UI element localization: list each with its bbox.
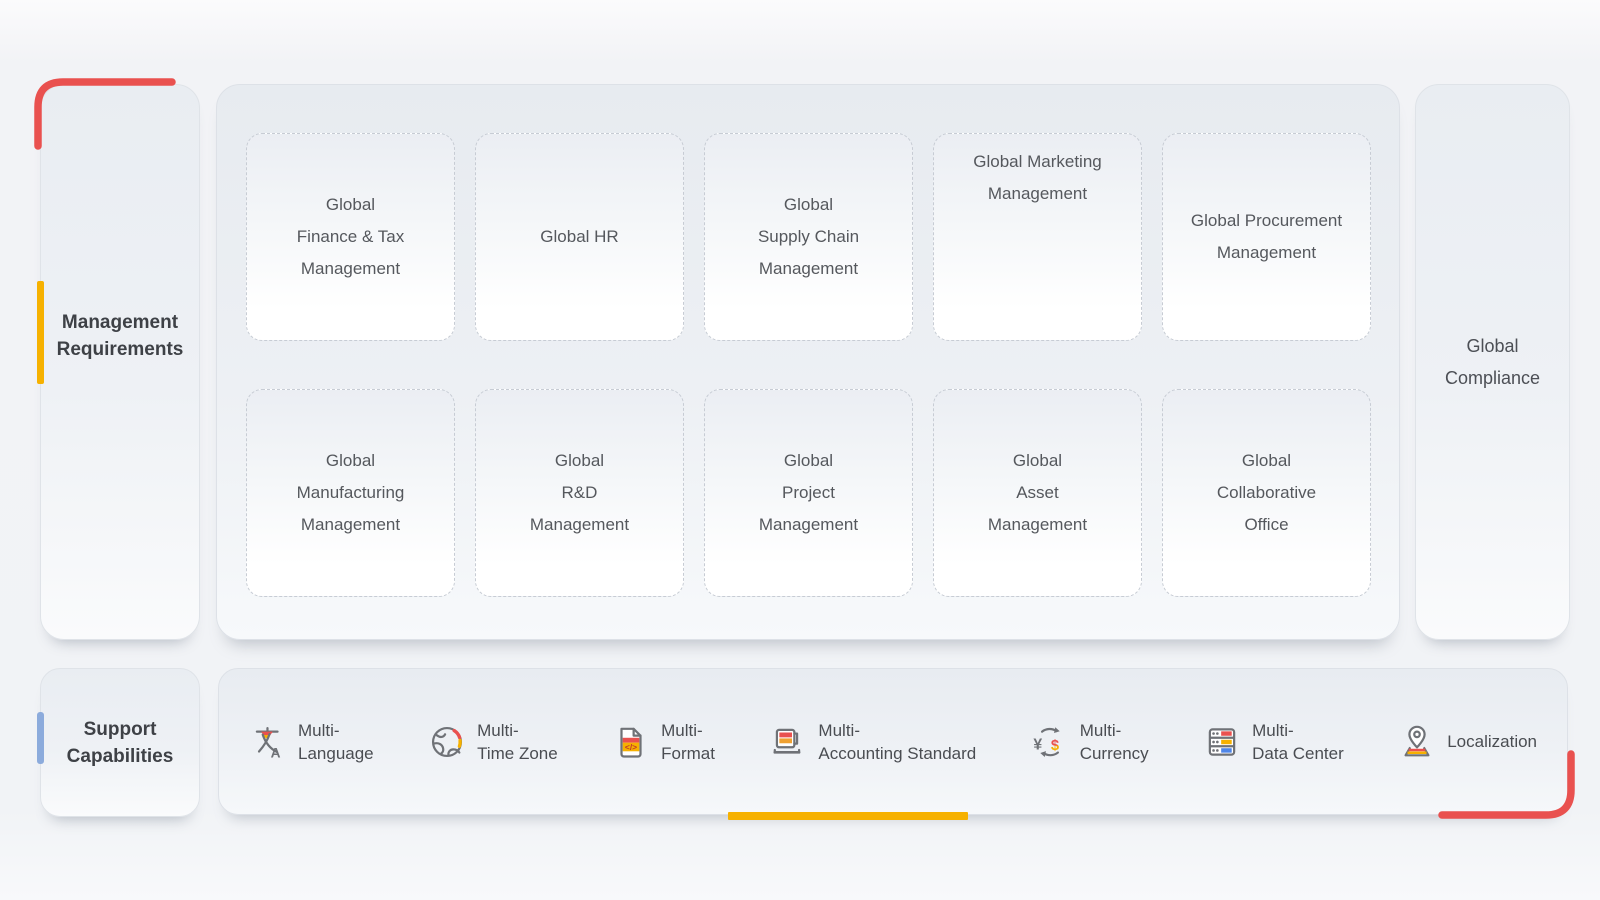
capability-multi-data-center: Multi- Data Center: [1203, 719, 1344, 765]
management-requirements-card: Management Requirements: [40, 84, 200, 640]
capability-multi-time-zone: Multi- Time Zone: [428, 719, 558, 765]
support-capabilities-title: Support Capabilities: [67, 716, 174, 770]
capability-label: Multi- Language: [298, 719, 374, 765]
module-card-asset: Global Asset Management: [933, 389, 1142, 597]
infographic-canvas: { "palette": { "red": "#e9514f", "yellow…: [0, 0, 1600, 900]
module-card-project: Global Project Management: [704, 389, 913, 597]
module-label: Global HR: [540, 221, 618, 253]
currency-exchange-icon: ¥ $: [1031, 723, 1069, 761]
map-pin-icon: [1398, 723, 1436, 761]
module-label: Global R&D Management: [530, 445, 629, 541]
management-modules-panel: Global Finance & Tax Management Global H…: [216, 84, 1400, 640]
yellow-accent-underline: [728, 812, 968, 820]
svg-text:$: $: [1051, 737, 1059, 753]
yellow-accent-bar: [37, 281, 44, 384]
server-rack-icon: [1203, 723, 1241, 761]
module-label: Global Marketing Management: [973, 146, 1102, 210]
module-label: Global Supply Chain Management: [758, 189, 859, 285]
capability-label: Localization: [1447, 730, 1537, 753]
module-label: Global Asset Management: [988, 445, 1087, 541]
capability-label: Multi- Accounting Standard: [818, 719, 976, 765]
file-code-icon: </>: [612, 723, 650, 761]
capability-multi-currency: ¥ $ Multi- Currency: [1031, 719, 1149, 765]
translate-icon: A: [249, 723, 287, 761]
module-card-finance-tax: Global Finance & Tax Management: [246, 133, 455, 341]
module-label: Global Manufacturing Management: [297, 445, 405, 541]
capability-label: Multi- Format: [661, 719, 715, 765]
module-label: Global Procurement Management: [1191, 205, 1342, 269]
capability-label: Multi- Data Center: [1252, 719, 1344, 765]
capability-multi-format: </> Multi- Format: [612, 719, 715, 765]
globe-icon: [428, 723, 466, 761]
management-requirements-title: Management Requirements: [57, 309, 184, 363]
modules-row-2: Global Manufacturing Management Global R…: [246, 389, 1371, 597]
module-card-collaborative-office: Global Collaborative Office: [1162, 389, 1371, 597]
svg-text:A: A: [271, 745, 281, 760]
capability-multi-accounting-standard: Multi- Accounting Standard: [769, 719, 976, 765]
capability-multi-language: A Multi- Language: [249, 719, 374, 765]
module-label: Global Finance & Tax Management: [297, 189, 404, 285]
module-card-rd: Global R&D Management: [475, 389, 684, 597]
module-label: Global Collaborative Office: [1217, 445, 1316, 541]
svg-text:</>: </>: [625, 742, 637, 752]
svg-text:¥: ¥: [1033, 736, 1042, 753]
support-capabilities-panel: A Multi- Language Multi- Time Zone </>: [218, 668, 1568, 815]
capability-localization: Localization: [1398, 723, 1537, 761]
global-compliance-card: Global Compliance: [1415, 84, 1570, 640]
blue-accent-bar: [37, 712, 44, 764]
module-label: Global Project Management: [759, 445, 858, 541]
module-card-marketing: Global Marketing Management: [933, 133, 1142, 341]
support-capabilities-card: Support Capabilities: [40, 668, 200, 817]
module-card-hr: Global HR: [475, 133, 684, 341]
modules-row-1: Global Finance & Tax Management Global H…: [246, 133, 1371, 341]
module-card-manufacturing: Global Manufacturing Management: [246, 389, 455, 597]
global-compliance-label: Global Compliance: [1445, 330, 1540, 394]
ledger-icon: [769, 723, 807, 761]
capability-label: Multi- Time Zone: [477, 719, 558, 765]
module-card-supply-chain: Global Supply Chain Management: [704, 133, 913, 341]
module-card-procurement: Global Procurement Management: [1162, 133, 1371, 341]
capability-label: Multi- Currency: [1080, 719, 1149, 765]
